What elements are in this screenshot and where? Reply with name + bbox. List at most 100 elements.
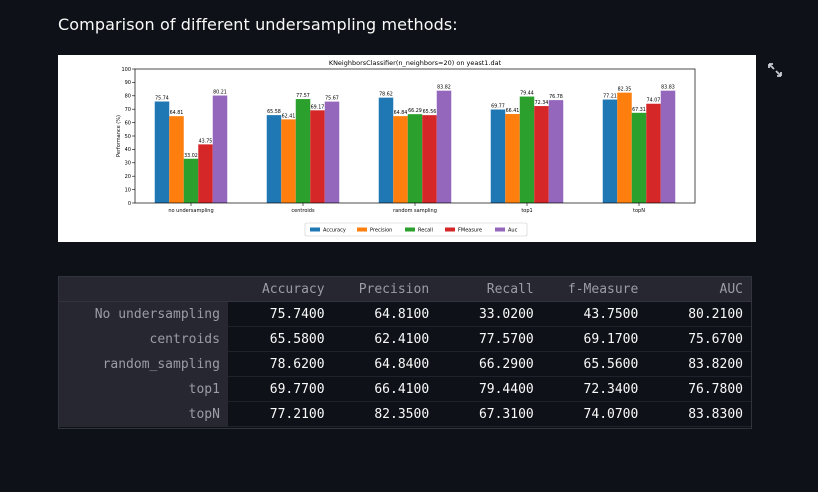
bar [490, 109, 506, 203]
table-cell[interactable]: 83.8300 [646, 401, 751, 427]
y-tick-label: 60 [125, 120, 131, 126]
y-tick-label: 40 [125, 147, 131, 153]
bar [324, 101, 340, 203]
bar [602, 99, 618, 203]
table-cell[interactable]: 65.5600 [541, 351, 647, 377]
bar [519, 96, 535, 203]
expand-icon[interactable] [767, 62, 783, 78]
table-row: centroids 65.5800 62.4100 77.5700 69.170… [59, 326, 751, 352]
legend-swatch [357, 227, 367, 232]
table-cell[interactable]: 64.8400 [332, 351, 438, 377]
bar-value-label: 77.57 [296, 93, 310, 99]
column-header-accuracy[interactable]: Accuracy [227, 277, 333, 302]
column-header-precision[interactable]: Precision [332, 277, 438, 302]
table-cell[interactable]: 33.0200 [437, 301, 542, 327]
table-cell[interactable]: 66.2900 [437, 351, 542, 377]
bar [407, 114, 423, 203]
bar-value-label: 69.17 [311, 104, 325, 110]
bar [212, 95, 228, 203]
legend-label: FMeasure [458, 228, 482, 234]
table-row: No undersampling 75.7400 64.8100 33.0200… [59, 301, 751, 327]
bar-chart: KNeighborsClassifier(n_neighbors=20) on … [116, 59, 696, 237]
y-tick-label: 50 [125, 134, 131, 140]
x-tick-label: centroids [291, 208, 315, 214]
page-heading: Comparison of different undersampling me… [58, 15, 458, 34]
bar-value-label: 77.21 [603, 94, 617, 100]
table-cell[interactable]: 78.6200 [227, 351, 333, 377]
table-cell[interactable]: 77.5700 [437, 326, 542, 352]
table-row: random_sampling 78.6200 64.8400 66.2900 … [59, 351, 751, 377]
row-label: top1 [59, 376, 228, 402]
bar [169, 116, 184, 203]
bar [534, 106, 549, 203]
legend-swatch [495, 227, 505, 232]
table-row: topN 77.2100 82.3500 67.3100 74.0700 83.… [59, 401, 751, 427]
bar [183, 158, 199, 203]
bar-value-label: 79.44 [520, 91, 534, 97]
table-cell[interactable]: 43.7500 [541, 301, 647, 327]
legend-label: Recall [418, 228, 433, 234]
bar-value-label: 66.29 [408, 108, 422, 114]
bar [548, 100, 564, 203]
x-tick-label: random sampling [393, 208, 437, 214]
table-header-row: Accuracy Precision Recall f-Measure AUC [59, 277, 751, 302]
legend-label: Auc [508, 228, 518, 234]
bar [281, 119, 296, 203]
bar-value-label: 75.74 [155, 96, 169, 102]
y-tick-label: 10 [125, 187, 131, 193]
table-cell[interactable]: 67.3100 [437, 401, 542, 427]
bar [393, 116, 408, 203]
bar [266, 115, 282, 203]
legend-label: Precision [370, 228, 392, 234]
bar-value-label: 69.77 [491, 104, 505, 110]
x-tick-label: top1 [521, 208, 532, 214]
table-cell[interactable]: 82.3500 [332, 401, 438, 427]
row-label: centroids [59, 326, 228, 352]
table-cell[interactable]: 80.2100 [646, 301, 751, 327]
chart-title: KNeighborsClassifier(n_neighbors=20) on … [329, 59, 502, 67]
bar-value-label: 83.82 [437, 85, 451, 91]
table-cell[interactable]: 62.4100 [332, 326, 438, 352]
bar [422, 115, 437, 203]
y-tick-label: 20 [125, 174, 131, 180]
bar-value-label: 76.78 [549, 94, 563, 100]
table-cell[interactable]: 75.6700 [646, 326, 751, 352]
column-header-auc[interactable]: AUC [646, 277, 751, 302]
table-cell[interactable]: 66.4100 [332, 376, 438, 402]
bar-value-label: 64.81 [170, 110, 184, 116]
table-cell[interactable]: 65.5800 [227, 326, 333, 352]
table-cell[interactable]: 83.8200 [646, 351, 751, 377]
table-cell[interactable]: 76.7800 [646, 376, 751, 402]
table-cell[interactable]: 79.4400 [437, 376, 542, 402]
table-cell[interactable]: 75.7400 [227, 301, 333, 327]
bar-value-label: 43.75 [199, 138, 213, 144]
bar [646, 103, 661, 203]
table-row: top1 69.7700 66.4100 79.4400 72.3400 76.… [59, 376, 751, 402]
table-cell[interactable]: 69.1700 [541, 326, 647, 352]
results-table-container[interactable]: Accuracy Precision Recall f-Measure AUC … [58, 276, 752, 429]
table-cell[interactable]: 69.7700 [227, 376, 333, 402]
legend-swatch [445, 227, 455, 232]
x-tick-label: topN [633, 208, 645, 214]
bar [378, 97, 394, 203]
bar-value-label: 65.56 [423, 109, 437, 115]
bar-value-label: 62.41 [282, 113, 296, 119]
chart-figure: KNeighborsClassifier(n_neighbors=20) on … [58, 55, 756, 242]
legend-label: Accuracy [323, 228, 346, 234]
row-label: random_sampling [59, 351, 228, 377]
column-header-f-measure[interactable]: f-Measure [541, 277, 647, 302]
y-tick-label: 30 [125, 161, 131, 167]
table-cell[interactable]: 74.0700 [541, 401, 647, 427]
y-tick-label: 70 [125, 107, 131, 113]
table-cell[interactable]: 77.2100 [227, 401, 333, 427]
row-label: No undersampling [59, 301, 228, 327]
bar-value-label: 78.62 [379, 92, 393, 98]
bar [154, 101, 170, 203]
bar [631, 112, 647, 203]
bar [505, 114, 520, 203]
column-header-recall[interactable]: Recall [437, 277, 542, 302]
table-cell[interactable]: 72.3400 [541, 376, 647, 402]
y-tick-label: 80 [125, 94, 131, 100]
table-cell[interactable]: 64.8100 [332, 301, 438, 327]
bar [436, 90, 452, 203]
